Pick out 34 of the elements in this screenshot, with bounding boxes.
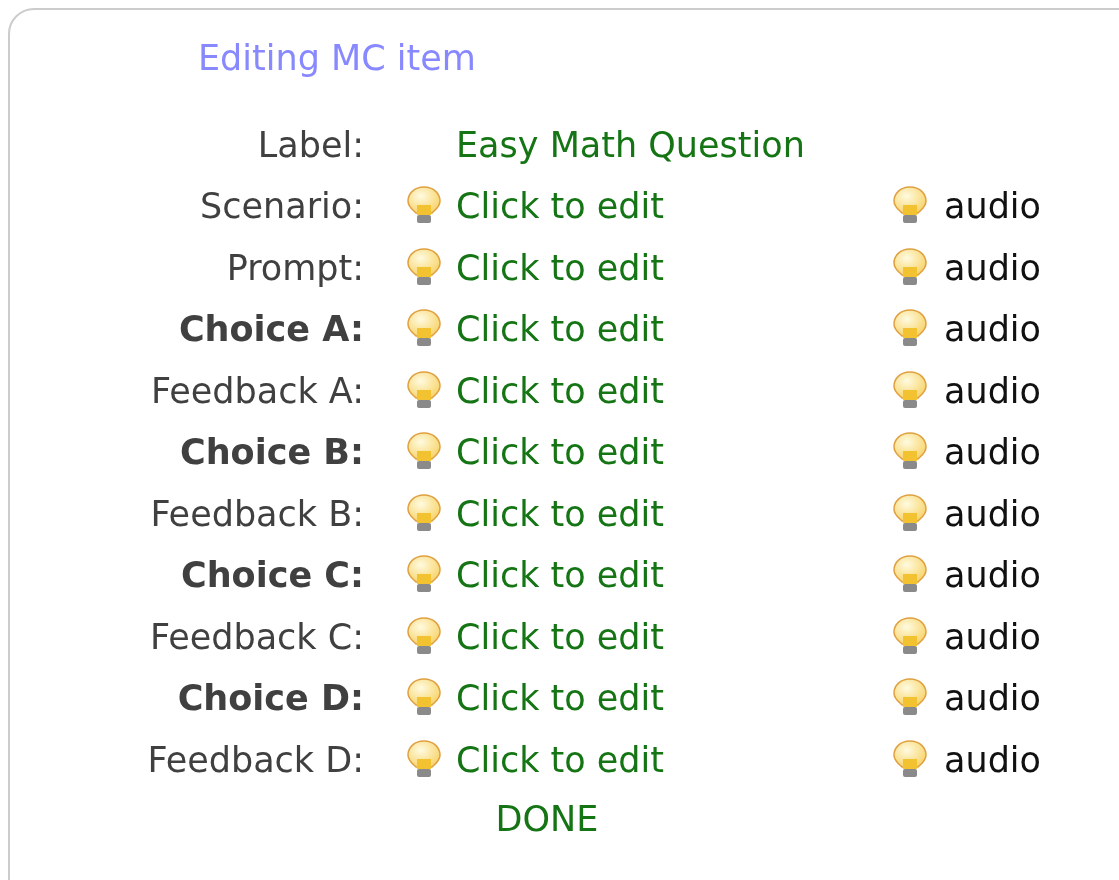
edit-link[interactable]: Click to edit [456, 364, 892, 417]
field-label: Choice B: [179, 431, 364, 474]
audio-link[interactable]: audio [944, 487, 1041, 540]
edit-link[interactable]: Click to edit [456, 303, 892, 356]
audio-link[interactable]: audio [944, 549, 1041, 602]
audio-link[interactable]: audio [944, 241, 1041, 294]
audio-link[interactable]: audio [944, 180, 1041, 233]
field-label: Prompt: [225, 246, 364, 290]
done-button[interactable]: DONE [495, 792, 599, 845]
field-label: Feedback C: [148, 615, 364, 659]
field-label: Scenario: [199, 185, 364, 228]
edit-link[interactable]: Click to edit [456, 487, 892, 540]
audio-link[interactable]: audio [944, 733, 1041, 786]
audio-link[interactable]: audio [944, 364, 1041, 417]
label-value: Easy Math Question [456, 123, 805, 167]
panel-title: Editing MC item [198, 38, 476, 78]
edit-link[interactable]: Click to edit [456, 672, 892, 725]
field-label: Choice A: [177, 308, 364, 351]
field-label: Choice C: [180, 554, 364, 597]
audio-link[interactable]: audio [944, 303, 1041, 356]
audio-link[interactable]: audio [944, 672, 1041, 725]
field-label: Feedback A: [150, 369, 364, 413]
field-label: Choice D: [176, 677, 364, 720]
edit-link[interactable]: Click to edit [456, 180, 892, 233]
audio-link[interactable]: audio [944, 426, 1041, 479]
field-label: Label: [256, 123, 364, 167]
edit-link[interactable]: Click to edit [456, 426, 892, 479]
edit-link[interactable]: Click to edit [456, 733, 892, 786]
edit-link[interactable]: Click to edit [456, 549, 892, 602]
field-label: Feedback B: [149, 492, 364, 536]
edit-link[interactable]: Click to edit [456, 241, 892, 294]
audio-link[interactable]: audio [944, 610, 1041, 663]
edit-link[interactable]: Click to edit [456, 610, 892, 663]
field-label: Feedback D: [146, 738, 364, 782]
